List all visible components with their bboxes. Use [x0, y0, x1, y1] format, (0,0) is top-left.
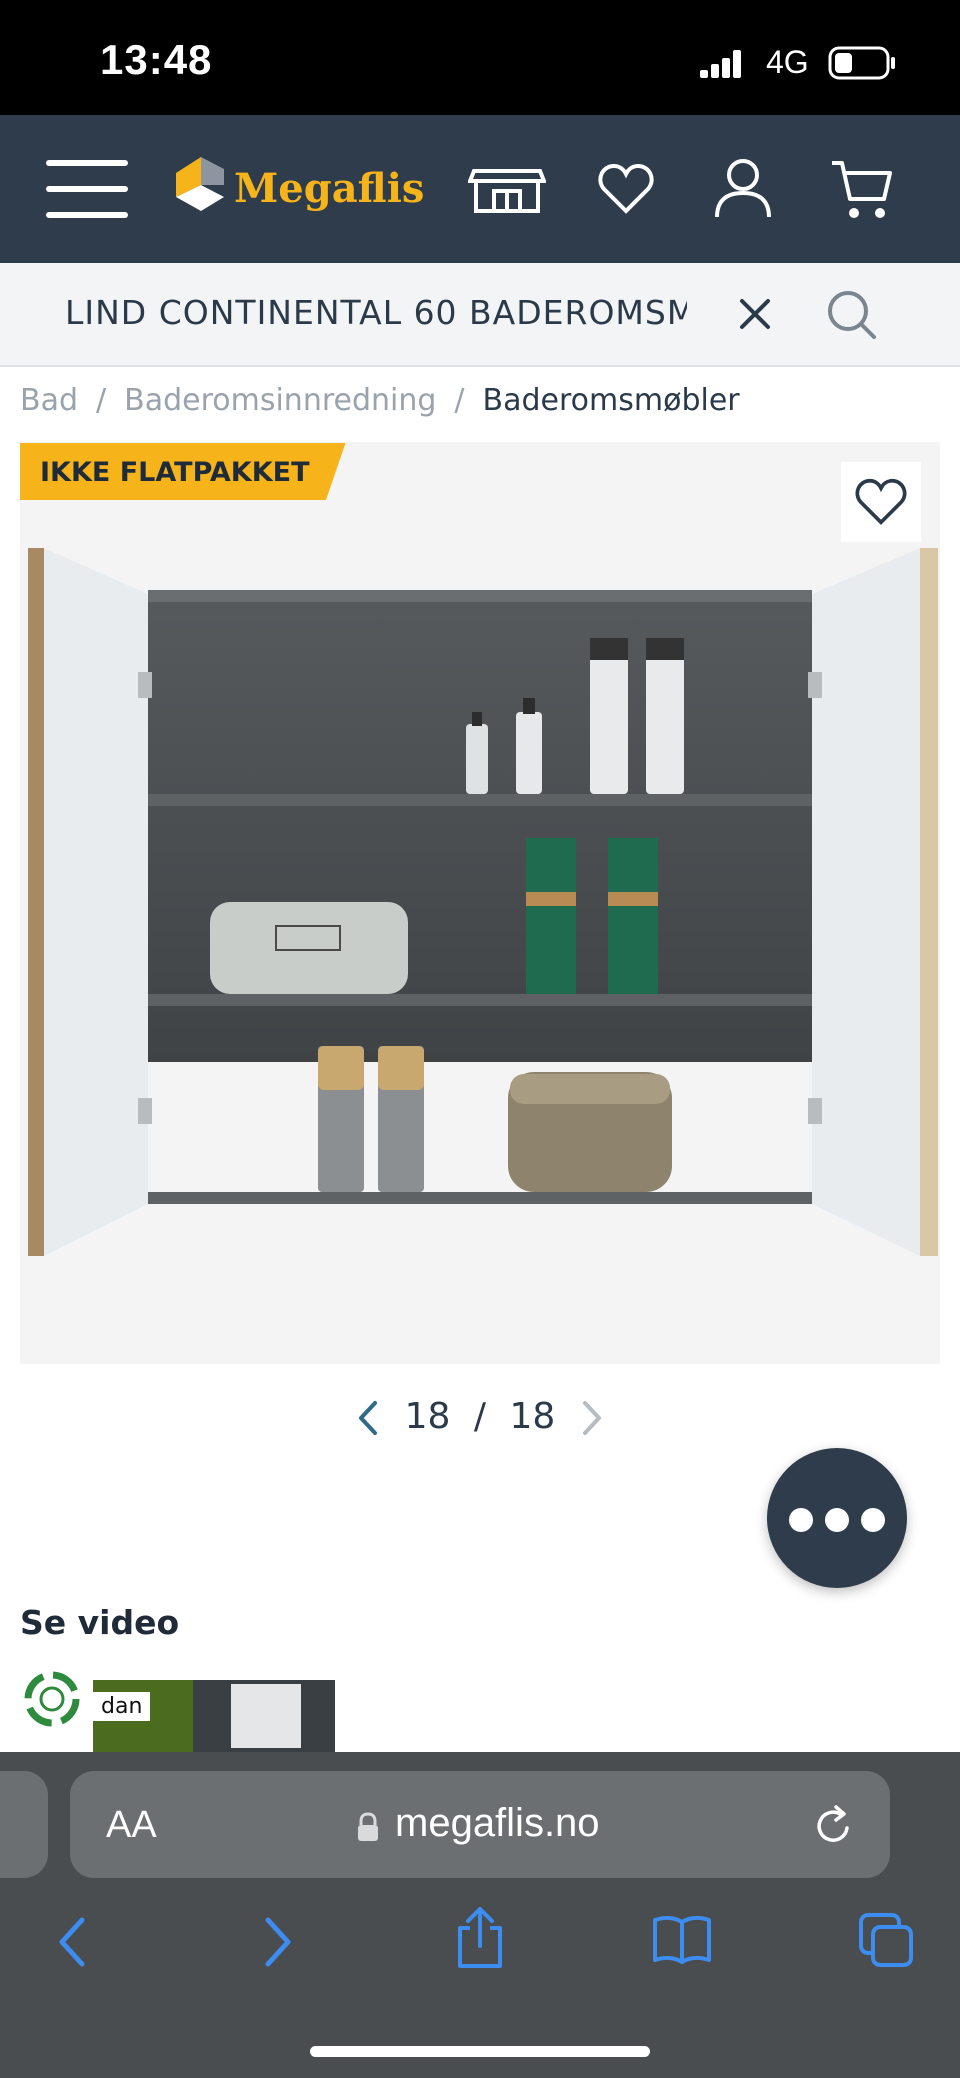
video-thumb-label: dan [93, 1692, 151, 1721]
ellipsis-dot [861, 1508, 885, 1532]
status-bar: 13:48 4G [0, 0, 960, 115]
recycle-icon [24, 1671, 80, 1727]
search-input[interactable]: LIND CONTINENTAL 60 BADEROMSMØBEL [65, 293, 687, 332]
cabinet-illustration [28, 548, 938, 1256]
tabs-icon[interactable] [858, 1912, 914, 1968]
breadcrumb-current: Baderomsmøbler [482, 383, 740, 418]
back-icon[interactable] [56, 1916, 88, 1968]
url-text[interactable]: megaflis.no [395, 1801, 600, 1846]
wishlist-heart-icon[interactable] [598, 163, 654, 215]
chevron-right-icon[interactable] [581, 1400, 603, 1436]
clock: 13:48 [100, 36, 213, 83]
battery-icon [828, 46, 895, 80]
cart-icon[interactable] [830, 159, 894, 221]
breadcrumb-item-baderomsinnredning[interactable]: Baderomsinnredning [124, 383, 436, 418]
logo-mark-icon [176, 157, 224, 211]
text-size-button[interactable]: AA [106, 1804, 157, 1847]
signal-icon [700, 50, 741, 78]
site-header: Megaflis [0, 115, 960, 263]
search-bar: LIND CONTINENTAL 60 BADEROMSMØBEL [0, 263, 960, 367]
heart-icon [855, 478, 907, 525]
pager-total: 18 [509, 1396, 556, 1437]
breadcrumb: Bad / Baderomsinnredning / Baderomsmøbler [20, 383, 740, 418]
chevron-left-icon[interactable] [357, 1400, 379, 1436]
store-icon[interactable] [468, 167, 546, 215]
image-pager: 18 / 18 [0, 1396, 960, 1437]
previous-tab-peek[interactable] [0, 1771, 48, 1878]
wishlist-button[interactable] [841, 462, 921, 542]
forward-icon[interactable] [262, 1916, 294, 1968]
pager-separator: / [473, 1396, 487, 1437]
search-icon[interactable] [826, 289, 878, 341]
pager-current: 18 [404, 1396, 451, 1437]
product-image[interactable] [20, 442, 940, 1364]
network-type: 4G [766, 44, 809, 80]
ellipsis-icon [789, 1508, 813, 1532]
reload-icon[interactable] [814, 1804, 854, 1846]
hamburger-icon[interactable] [46, 158, 130, 220]
eco-badge[interactable] [18, 1665, 86, 1733]
close-icon[interactable] [738, 297, 772, 331]
bookmarks-icon[interactable] [652, 1914, 712, 1964]
ellipsis-dot [825, 1508, 849, 1532]
more-options-button[interactable] [767, 1448, 907, 1588]
video-thumbnail[interactable]: dan [93, 1680, 335, 1752]
home-indicator [310, 2046, 650, 2057]
breadcrumb-item-bad[interactable]: Bad [20, 383, 78, 418]
user-icon[interactable] [714, 157, 772, 219]
status-badge: IKKE FLATPAKKET [20, 443, 346, 500]
share-icon[interactable] [454, 1906, 506, 1970]
lock-icon [358, 1812, 378, 1841]
video-heading: Se video [20, 1603, 180, 1642]
logo-text: Megaflis [234, 165, 425, 212]
